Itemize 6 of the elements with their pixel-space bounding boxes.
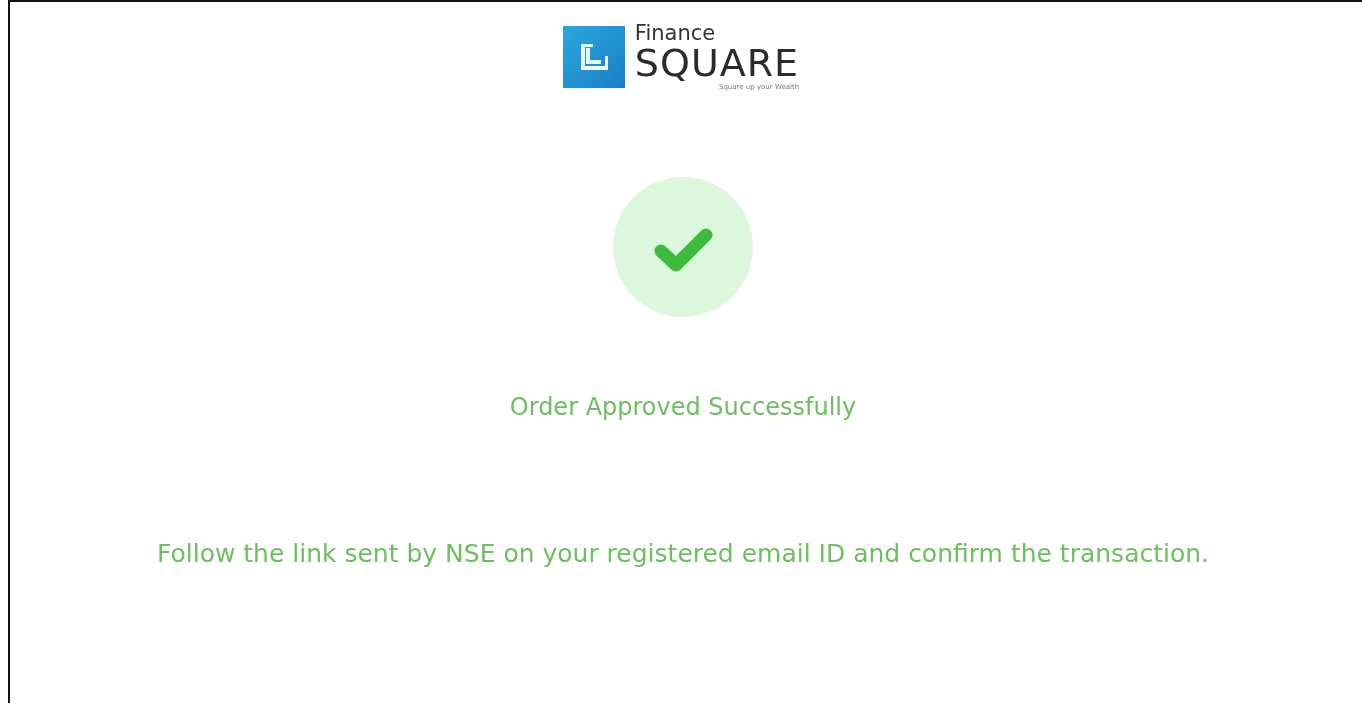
logo-wordmark: SQUARE <box>634 44 800 82</box>
success-check-icon <box>613 177 753 317</box>
logo-square-icon <box>562 26 625 88</box>
instruction-message: Follow the link sent by NSE on your registered email ID and confirm the transaction. <box>156 539 1210 568</box>
logo-wordmark-top: Finance <box>634 22 716 44</box>
success-title: Order Approved Successfully <box>509 393 857 421</box>
